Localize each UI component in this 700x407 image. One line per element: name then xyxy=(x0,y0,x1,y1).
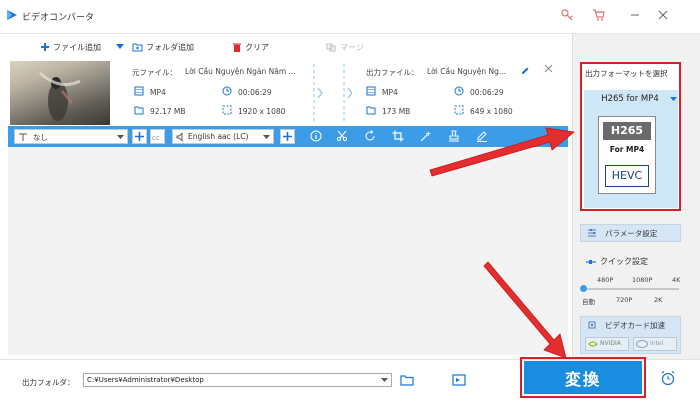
annotation-arrows xyxy=(429,127,575,359)
annotation-arrow-to-format xyxy=(429,127,575,177)
annotation-arrow-to-convert xyxy=(483,261,567,359)
